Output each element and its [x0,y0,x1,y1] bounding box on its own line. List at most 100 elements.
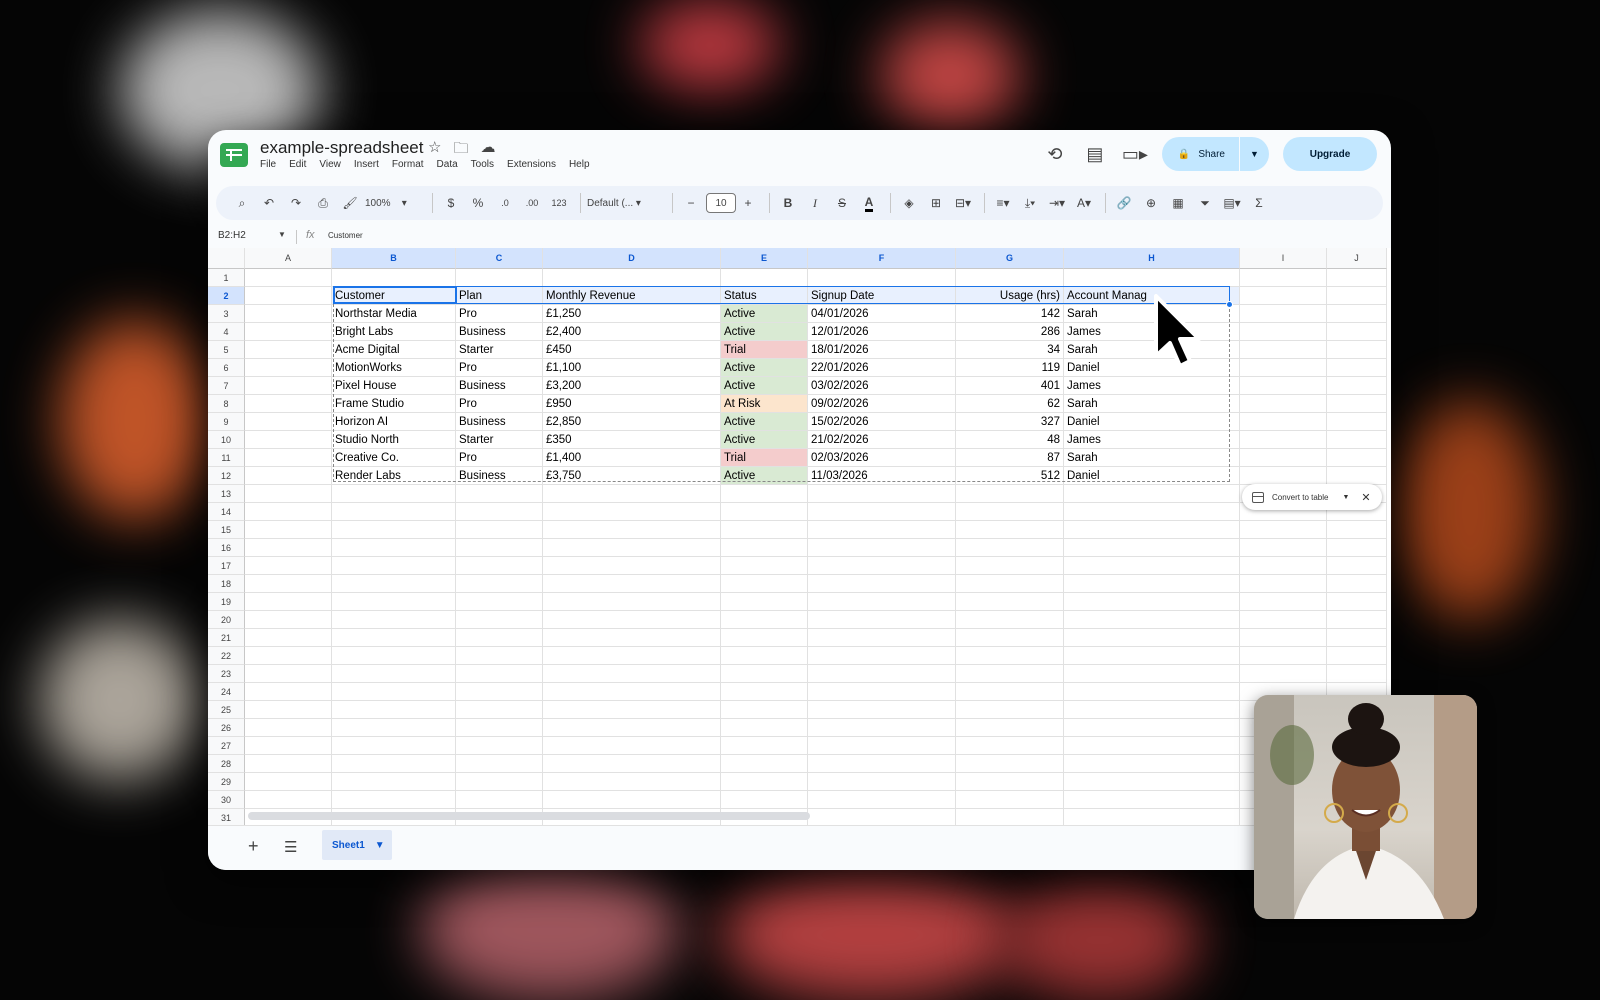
cell[interactable] [1327,647,1387,665]
row-header-13[interactable]: 13 [208,485,245,503]
row-header-8[interactable]: 8 [208,395,245,413]
cell[interactable] [1064,773,1240,791]
document-title[interactable]: example-spreadsheet [260,138,423,158]
cell[interactable] [1064,719,1240,737]
cell[interactable] [1327,359,1387,377]
cell[interactable] [456,539,543,557]
cell[interactable] [543,773,721,791]
cell[interactable] [721,755,808,773]
cell[interactable] [1064,737,1240,755]
cell[interactable] [245,611,332,629]
row-header-11[interactable]: 11 [208,449,245,467]
cell[interactable] [245,647,332,665]
version-history-icon[interactable]: ⟲ [1042,144,1068,165]
convert-dropdown-icon[interactable]: ▼ [1342,494,1349,501]
cell[interactable] [808,683,956,701]
cell[interactable] [808,629,956,647]
cell[interactable] [808,593,956,611]
filter-icon[interactable]: ⏷ [1193,191,1217,215]
cell[interactable] [245,719,332,737]
all-sheets-icon[interactable]: ☰ [284,838,297,856]
cell[interactable] [245,431,332,449]
select-all-corner[interactable] [208,248,245,269]
cell[interactable] [245,341,332,359]
cell[interactable] [245,557,332,575]
cell[interactable] [808,485,956,503]
cell[interactable] [1240,665,1327,683]
cell[interactable] [721,665,808,683]
cell[interactable] [245,485,332,503]
cell[interactable] [1064,521,1240,539]
decrease-decimal-button[interactable]: .0 [493,191,517,215]
cell[interactable] [543,269,721,287]
cell[interactable] [808,719,956,737]
convert-to-table-popup[interactable]: Convert to table ▼ ✕ [1242,484,1382,510]
cell[interactable] [543,665,721,683]
cell[interactable] [456,611,543,629]
meet-video-icon[interactable]: ▭▸ [1122,144,1148,165]
cell[interactable] [1327,413,1387,431]
menu-view[interactable]: View [319,159,341,170]
cell[interactable] [245,791,332,809]
cell[interactable] [956,629,1064,647]
horizontal-scrollbar[interactable] [248,812,810,820]
cell[interactable] [332,503,456,521]
cell[interactable] [543,719,721,737]
cell[interactable] [1064,485,1240,503]
cell[interactable] [808,539,956,557]
column-header-i[interactable]: I [1240,248,1327,269]
row-header-7[interactable]: 7 [208,377,245,395]
cell[interactable] [1327,575,1387,593]
convert-to-table-label[interactable]: Convert to table [1272,493,1328,502]
cell[interactable] [245,665,332,683]
menu-file[interactable]: File [260,159,276,170]
cell[interactable] [1327,431,1387,449]
row-header-28[interactable]: 28 [208,755,245,773]
cell[interactable] [956,665,1064,683]
cell[interactable] [956,593,1064,611]
cell[interactable] [721,269,808,287]
share-dropdown-icon[interactable]: ▼ [1239,137,1269,171]
cell[interactable] [808,773,956,791]
cell[interactable] [245,575,332,593]
horizontal-align-icon[interactable]: ≡▾ [991,191,1015,215]
cell[interactable] [1240,611,1327,629]
cell[interactable] [1064,611,1240,629]
cell[interactable] [721,683,808,701]
cell[interactable] [456,755,543,773]
cell[interactable] [456,557,543,575]
cell[interactable] [721,503,808,521]
column-header-e[interactable]: E [721,248,808,269]
cell[interactable] [456,521,543,539]
add-sheet-icon[interactable]: + [248,836,259,857]
name-box-dropdown-icon[interactable]: ▼ [278,230,286,239]
cell[interactable] [1327,521,1387,539]
cell[interactable] [456,773,543,791]
cell[interactable] [245,701,332,719]
percent-format-button[interactable]: % [466,191,490,215]
cell[interactable] [245,629,332,647]
cell[interactable] [808,557,956,575]
cell[interactable] [543,791,721,809]
menu-extensions[interactable]: Extensions [507,159,556,170]
cell[interactable] [1327,449,1387,467]
cell[interactable] [808,503,956,521]
share-button[interactable]: 🔒 Share ▼ [1161,137,1269,171]
menu-help[interactable]: Help [569,159,590,170]
cell[interactable] [1064,593,1240,611]
row-header-2[interactable]: 2 [208,287,245,305]
cell[interactable] [456,647,543,665]
cell[interactable] [332,755,456,773]
cell[interactable] [1327,611,1387,629]
cell[interactable] [1064,683,1240,701]
cell[interactable] [721,773,808,791]
cell[interactable] [721,593,808,611]
menu-format[interactable]: Format [392,159,424,170]
cell[interactable] [543,575,721,593]
row-header-19[interactable]: 19 [208,593,245,611]
row-header-30[interactable]: 30 [208,791,245,809]
row-header-3[interactable]: 3 [208,305,245,323]
row-header-1[interactable]: 1 [208,269,245,287]
insert-link-icon[interactable]: 🔗 [1112,191,1136,215]
cell[interactable] [956,611,1064,629]
